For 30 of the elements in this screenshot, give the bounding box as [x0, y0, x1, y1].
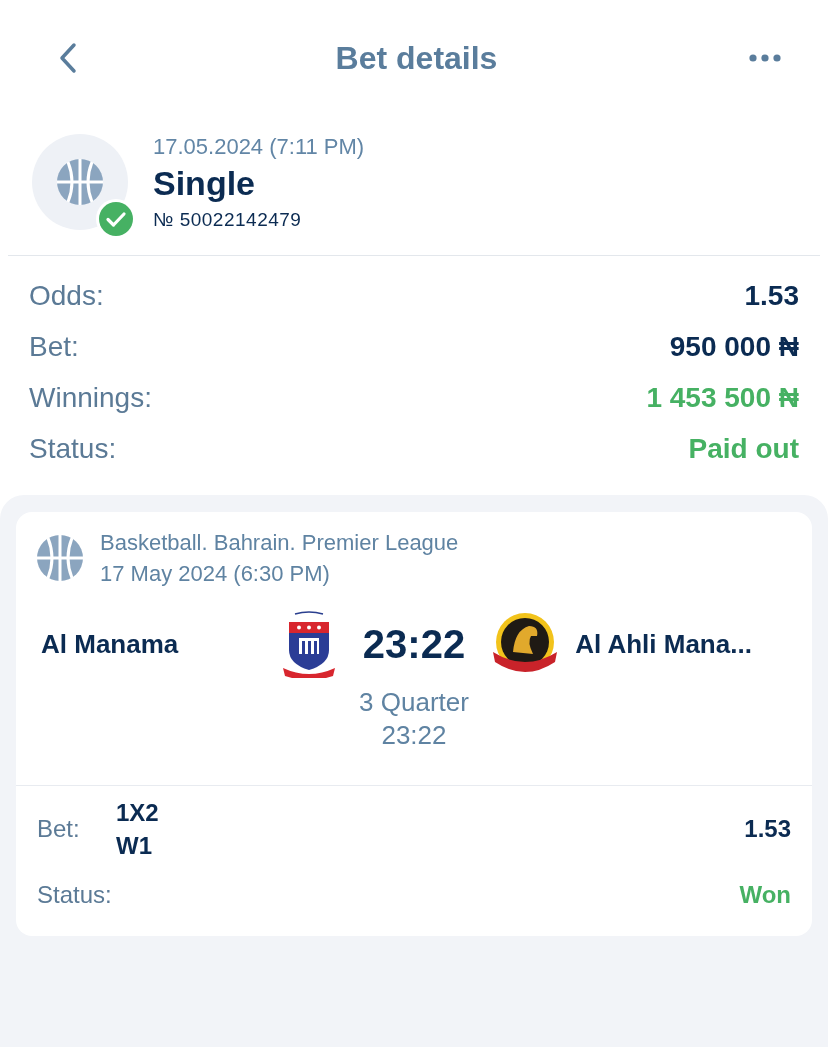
match-period: 3 Quarter — [359, 686, 469, 719]
shield-crest-icon — [280, 610, 337, 678]
summary-value: 1 453 500 ₦ — [646, 380, 799, 415]
selection-odds: 1.53 — [744, 814, 791, 844]
away-team-name: Al Ahli Mana... — [575, 627, 752, 661]
match-score: 23:22 — [361, 621, 467, 668]
summary-value: 950 000 ₦ — [669, 329, 799, 364]
bet-type: Single — [153, 163, 257, 203]
summary-label: Bet: — [29, 329, 79, 364]
match-time: 23:22 — [381, 719, 447, 752]
event-date: 17 May 2024 (6:30 PM) — [100, 560, 331, 588]
back-chevron-icon — [59, 42, 77, 74]
basketball-icon — [37, 535, 83, 581]
bet-outcome: W1 — [116, 831, 153, 861]
bet-date: 17.05.2024 (7:11 PM) — [153, 134, 365, 160]
summary-value: Paid out — [688, 431, 799, 466]
league-name: Basketball. Bahrain. Premier League — [100, 529, 459, 557]
basketball-icon — [57, 159, 103, 205]
home-team-name: Al Manama — [41, 627, 179, 661]
selection-status: Won — [739, 879, 791, 910]
bet-market: 1X2 — [116, 798, 159, 828]
summary-value: 1.53 — [744, 278, 799, 313]
summary-label: Odds: — [29, 278, 104, 313]
summary-label: Winnings: — [29, 380, 152, 415]
status-label: Status: — [37, 879, 112, 910]
bet-label: Bet: — [37, 814, 81, 844]
summary-label: Status: — [29, 431, 117, 466]
bet-number: № 50022142479 — [153, 208, 303, 232]
page-title: Bet details — [335, 39, 498, 78]
more-dots-icon — [749, 54, 781, 62]
